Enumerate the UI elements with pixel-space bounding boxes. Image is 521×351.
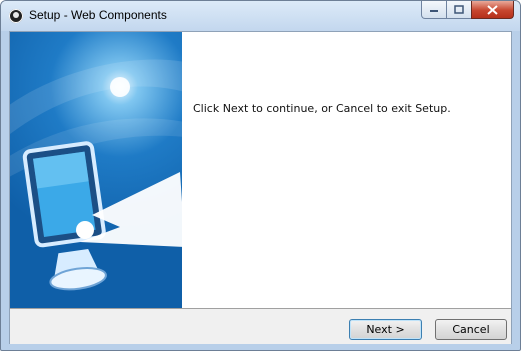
minimize-icon [430, 9, 438, 12]
caption-buttons [421, 1, 514, 21]
button-bar: Next > Cancel [10, 308, 511, 344]
monitor-graphic [10, 59, 182, 291]
wizard-main-panel: Click Next to continue, or Cancel to exi… [182, 32, 511, 308]
setup-window: Setup - Web Components Click Next to con… [0, 0, 521, 351]
wizard-banner [10, 32, 182, 308]
instruction-text: Click Next to continue, or Cancel to exi… [193, 102, 451, 115]
minimize-button[interactable] [421, 1, 447, 19]
app-icon [9, 9, 23, 23]
title-bar[interactable]: Setup - Web Components [1, 1, 520, 31]
close-button[interactable] [471, 1, 514, 19]
close-icon [487, 4, 498, 15]
next-button[interactable]: Next > [349, 319, 422, 340]
window-title: Setup - Web Components [29, 8, 167, 22]
cancel-button[interactable]: Cancel [435, 319, 507, 340]
maximize-icon [454, 5, 464, 14]
wizard-content: Click Next to continue, or Cancel to exi… [9, 31, 512, 344]
maximize-button[interactable] [446, 1, 472, 19]
